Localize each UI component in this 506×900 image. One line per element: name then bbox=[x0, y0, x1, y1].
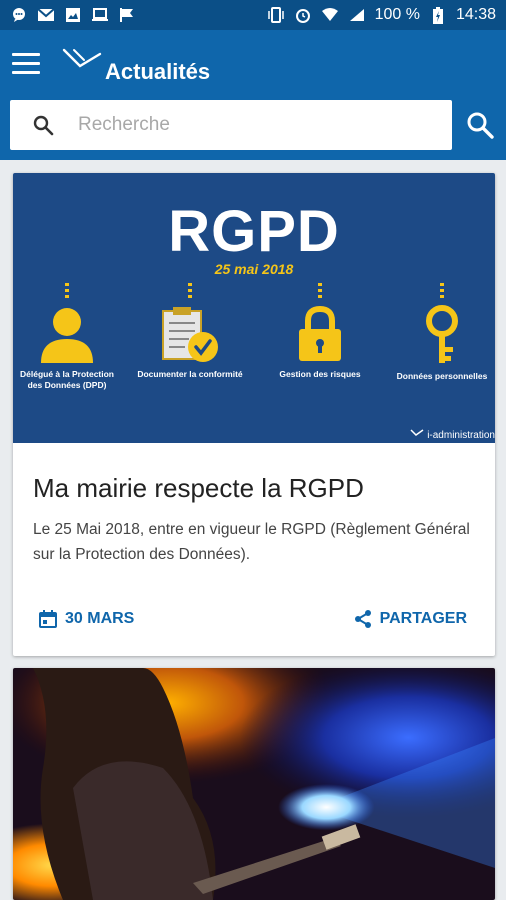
key-icon bbox=[426, 305, 458, 363]
calendar-icon bbox=[39, 610, 57, 628]
brand-logo-icon bbox=[410, 429, 424, 436]
padlock-icon bbox=[299, 305, 341, 361]
vibrate-icon bbox=[267, 7, 285, 23]
page-title: Actualités bbox=[105, 59, 211, 84]
pillar-label: Données personnelles bbox=[396, 371, 488, 381]
news-card-date[interactable]: 30 MARS bbox=[38, 609, 134, 629]
search-bar[interactable] bbox=[10, 100, 452, 150]
chat-icon bbox=[10, 7, 28, 23]
date-label: 30 MARS bbox=[65, 610, 135, 627]
search-input[interactable] bbox=[76, 113, 440, 137]
system-icons: 100 % 14:38 bbox=[267, 6, 496, 24]
alarm-icon bbox=[294, 7, 312, 23]
brand-text: i-administration bbox=[427, 430, 495, 441]
battery-percent: 100 % bbox=[374, 6, 420, 23]
gallery-icon bbox=[64, 7, 82, 23]
notification-icons bbox=[10, 7, 136, 23]
app-logo-icon bbox=[62, 48, 102, 68]
concert-photo-image bbox=[13, 668, 495, 900]
share-button[interactable]: PARTAGER bbox=[353, 609, 467, 629]
flag-check-icon bbox=[118, 7, 136, 23]
signal-icon bbox=[348, 7, 366, 23]
hamburger-line bbox=[12, 71, 40, 74]
pillar-label: Gestion des risques bbox=[279, 369, 361, 379]
gmail-icon bbox=[37, 7, 55, 23]
banner-heading: RGPD bbox=[168, 199, 340, 264]
banner-brand: i-administration bbox=[410, 428, 495, 441]
status-bar: 100 % 14:38 bbox=[0, 0, 506, 30]
pillar-label: Délégué à la Protection des Données (DPD… bbox=[20, 369, 114, 391]
hamburger-line bbox=[12, 53, 40, 56]
news-card-actions: 30 MARS PARTAGER bbox=[13, 603, 495, 639]
banner-pillar-personal-data: Données personnelles bbox=[387, 283, 495, 382]
banner-pillar-documentation: Documenter la conformité bbox=[135, 283, 245, 380]
hamburger-line bbox=[12, 62, 40, 65]
laptop-icon bbox=[91, 7, 109, 23]
banner-pillar-dpd: Délégué à la Protection des Données (DPD… bbox=[13, 283, 122, 392]
search-icon bbox=[33, 115, 54, 136]
news-card[interactable] bbox=[13, 668, 495, 900]
clock: 14:38 bbox=[455, 6, 496, 23]
news-card-banner: RGPD 25 mai 2018 Délégué à la Protection… bbox=[13, 173, 495, 443]
menu-button[interactable] bbox=[12, 53, 40, 75]
pillar-label: Documenter la conformité bbox=[137, 369, 243, 379]
news-card[interactable]: RGPD 25 mai 2018 Délégué à la Protection… bbox=[13, 173, 495, 656]
clipboard-check-icon bbox=[162, 307, 218, 362]
banner-pillar-risks: Gestion des risques bbox=[265, 283, 375, 380]
share-icon bbox=[354, 610, 371, 628]
news-card-description: Le 25 Mai 2018, entre en vigueur le RGPD… bbox=[33, 521, 470, 563]
wifi-icon bbox=[321, 7, 339, 23]
news-card-title[interactable]: Ma mairie respecte la RGPD bbox=[33, 473, 475, 504]
share-label: PARTAGER bbox=[379, 610, 467, 627]
news-card-body: Ma mairie respecte la RGPD Le 25 Mai 201… bbox=[13, 473, 495, 568]
banner-date: 25 mai 2018 bbox=[214, 261, 294, 277]
person-icon bbox=[41, 308, 93, 363]
search-submit-icon[interactable] bbox=[465, 110, 495, 140]
app-bar: Actualités bbox=[0, 30, 506, 160]
battery-icon bbox=[429, 6, 447, 24]
